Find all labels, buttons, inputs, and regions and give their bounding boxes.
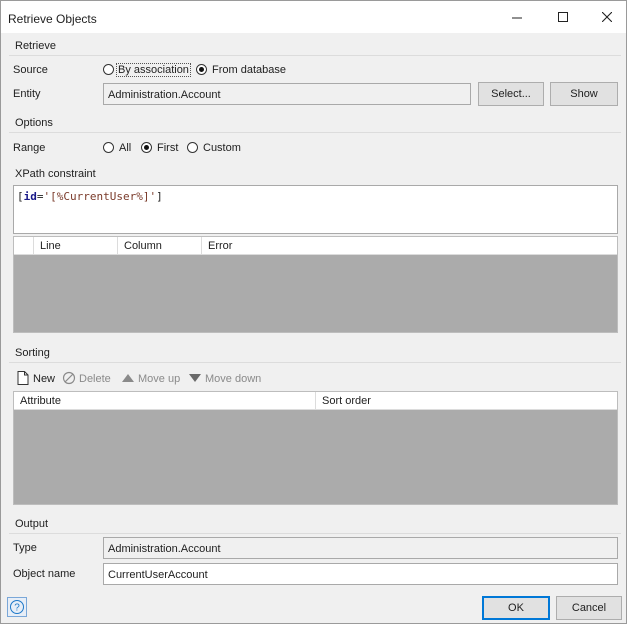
- maximize-icon: [558, 12, 568, 22]
- arrow-up-icon: [122, 374, 134, 382]
- range-custom-radio[interactable]: [187, 142, 198, 153]
- object-name-label: Object name: [13, 568, 76, 580]
- xpath-value: '[%CurrentUser%]': [43, 190, 157, 203]
- new-document-icon: [17, 371, 29, 385]
- xpath-section-title: XPath constraint: [15, 168, 96, 180]
- show-entity-button[interactable]: Show: [550, 82, 618, 106]
- arrow-down-icon: [189, 374, 201, 382]
- delete-sort-button[interactable]: Delete: [62, 371, 114, 387]
- range-first-radio[interactable]: [141, 142, 152, 153]
- entity-label: Entity: [13, 88, 41, 100]
- select-entity-button[interactable]: Select...: [478, 82, 544, 106]
- maximize-button[interactable]: [541, 1, 585, 33]
- output-group-divider: [9, 533, 621, 534]
- retrieve-section-title: Retrieve: [15, 40, 56, 52]
- help-button[interactable]: ?: [7, 597, 27, 617]
- entity-field[interactable]: Administration.Account: [103, 83, 471, 105]
- close-icon: [602, 12, 612, 22]
- xpath-close-bracket: ]: [156, 190, 163, 203]
- error-grid-corner: [14, 237, 34, 255]
- sort-column-sort-order[interactable]: Sort order: [316, 392, 617, 410]
- move-down-label: Move down: [205, 373, 262, 385]
- from-database-label[interactable]: From database: [212, 64, 286, 76]
- range-custom-label[interactable]: Custom: [203, 142, 241, 154]
- sorting-grid[interactable]: Attribute Sort order: [13, 391, 618, 505]
- minimize-icon: [512, 17, 522, 19]
- by-association-label[interactable]: By association: [116, 63, 191, 77]
- xpath-open-bracket: [: [17, 190, 24, 203]
- from-database-radio[interactable]: [196, 64, 207, 75]
- svg-text:?: ?: [14, 603, 20, 614]
- help-icon: ?: [10, 600, 24, 614]
- sorting-group-divider: [9, 362, 621, 363]
- source-label: Source: [13, 64, 48, 76]
- by-association-radio[interactable]: [103, 64, 114, 75]
- output-section-title: Output: [15, 518, 49, 530]
- delete-sort-label: Delete: [79, 373, 111, 385]
- xpath-keyword: id: [23, 190, 37, 203]
- range-all-radio[interactable]: [103, 142, 114, 153]
- xpath-equals: =: [36, 190, 44, 203]
- sort-column-attribute[interactable]: Attribute: [14, 392, 316, 410]
- object-name-input[interactable]: CurrentUserAccount: [103, 563, 618, 585]
- move-down-button[interactable]: Move down: [188, 371, 264, 387]
- options-section-title: Options: [15, 117, 53, 129]
- sorting-section-title: Sorting: [15, 347, 50, 359]
- delete-icon: [62, 371, 76, 385]
- new-sort-button[interactable]: New: [17, 371, 57, 387]
- xpath-editor[interactable]: [id='[%CurrentUser%]']: [13, 185, 618, 234]
- output-type-field: Administration.Account: [103, 537, 618, 559]
- window-title: Retrieve Objects: [8, 12, 97, 26]
- move-up-label: Move up: [138, 373, 181, 385]
- title-bar: Retrieve Objects: [1, 1, 626, 33]
- close-button[interactable]: [585, 1, 627, 33]
- sorting-grid-header: Attribute Sort order: [14, 392, 617, 410]
- new-sort-label: New: [33, 373, 56, 385]
- cancel-button[interactable]: Cancel: [556, 596, 622, 620]
- range-label: Range: [13, 142, 46, 154]
- xpath-error-grid[interactable]: Line Column Error: [13, 236, 618, 333]
- error-column-line[interactable]: Line: [34, 237, 118, 255]
- options-group-divider: [9, 132, 621, 133]
- minimize-button[interactable]: [495, 1, 539, 33]
- range-first-label[interactable]: First: [157, 142, 178, 154]
- error-column-error[interactable]: Error: [202, 237, 617, 255]
- move-up-button[interactable]: Move up: [121, 371, 183, 387]
- range-all-label[interactable]: All: [119, 142, 131, 154]
- output-type-label: Type: [13, 542, 37, 554]
- retrieve-group-divider: [9, 55, 621, 56]
- ok-button[interactable]: OK: [482, 596, 550, 620]
- error-column-column[interactable]: Column: [118, 237, 202, 255]
- retrieve-objects-dialog: Retrieve Objects Retrieve Source By asso…: [0, 0, 627, 624]
- error-grid-header: Line Column Error: [14, 237, 617, 255]
